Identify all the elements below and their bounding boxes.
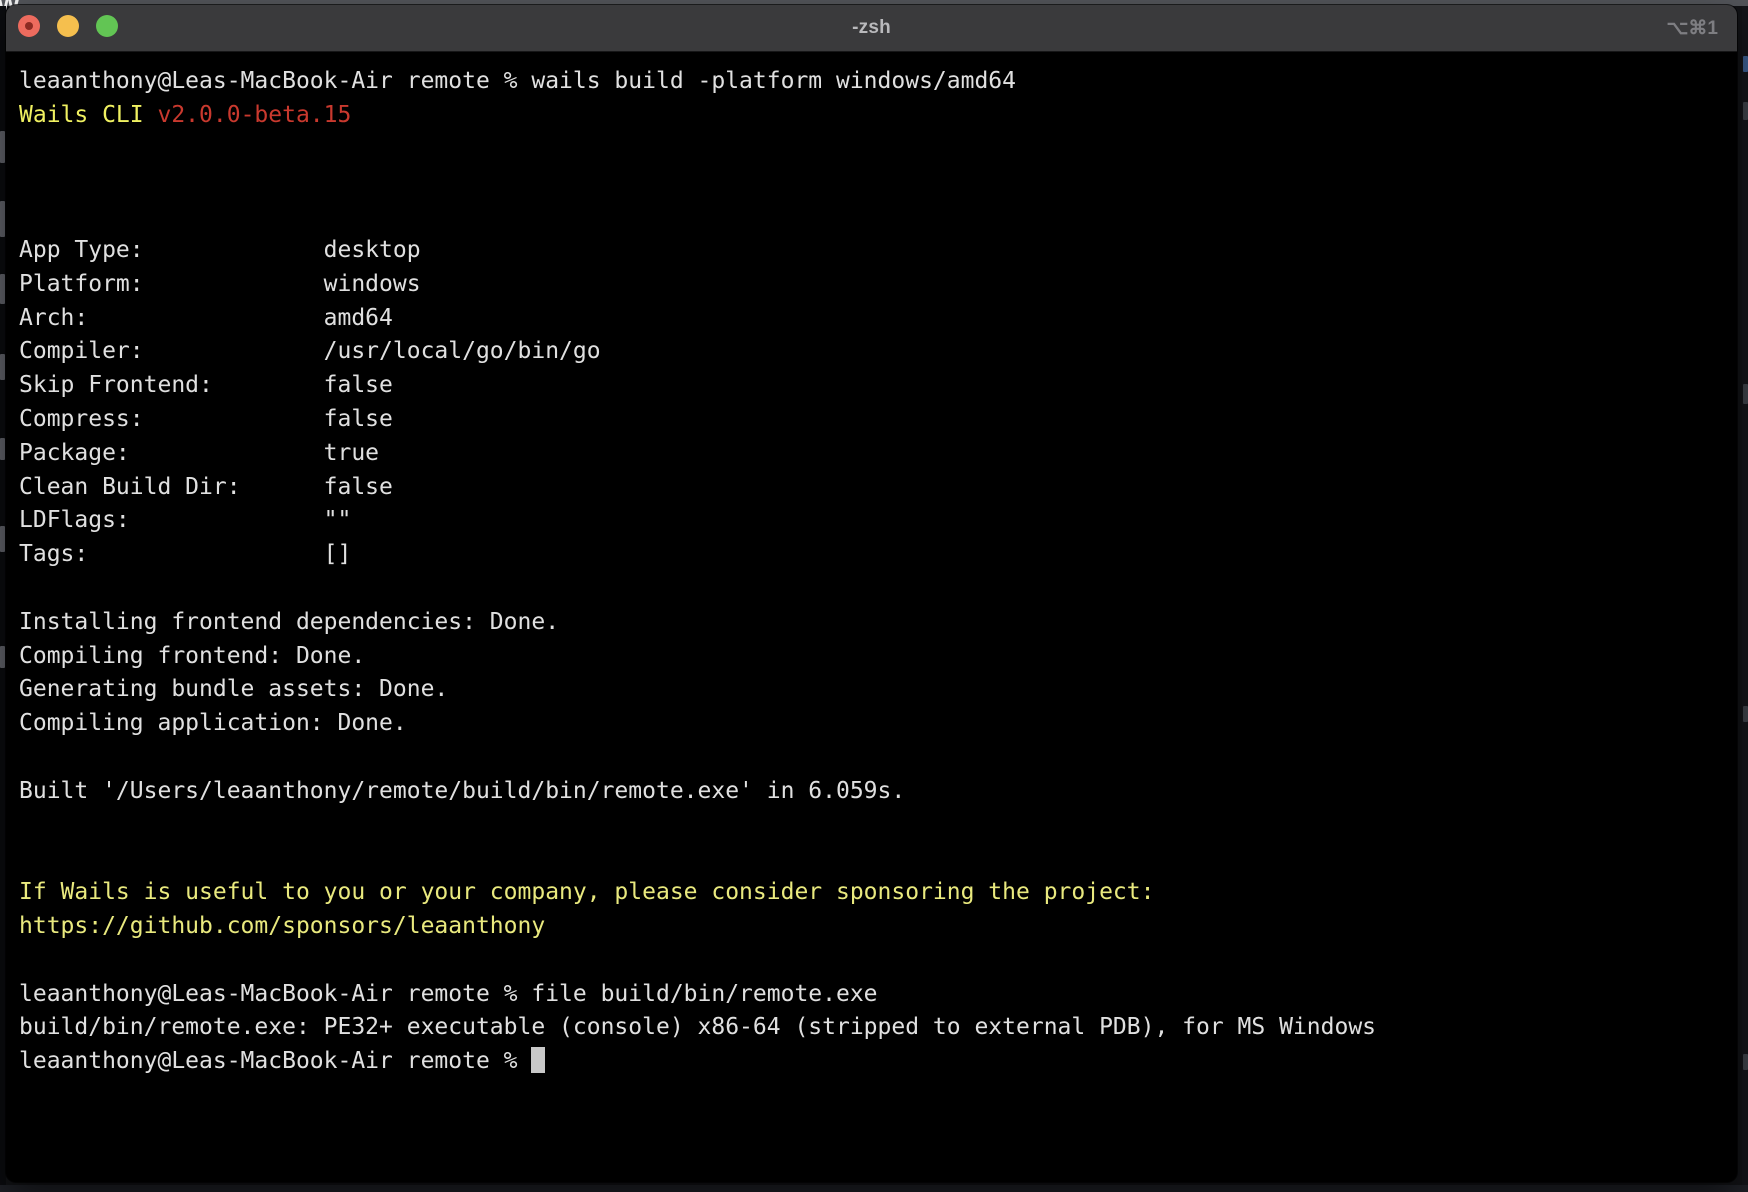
terminal-text-segment: Arch: amd64 bbox=[19, 305, 393, 331]
terminal-line: If Wails is useful to you or your compan… bbox=[19, 876, 1737, 910]
terminal-line: https://github.com/sponsors/leaanthony bbox=[19, 910, 1737, 944]
terminal-cursor bbox=[531, 1047, 545, 1073]
terminal-text-segment: Compress: false bbox=[19, 406, 393, 432]
terminal-line bbox=[19, 166, 1737, 200]
terminal-line: Installing frontend dependencies: Done. bbox=[19, 606, 1737, 640]
terminal-text-segment: https://github.com/sponsors/leaanthony bbox=[19, 913, 545, 939]
terminal-text-segment: Built '/Users/leaanthony/remote/build/bi… bbox=[19, 778, 905, 804]
terminal-line bbox=[19, 809, 1737, 843]
terminal-line: Compiler: /usr/local/go/bin/go bbox=[19, 335, 1737, 369]
terminal-window: -zsh ⌥⌘1 leaanthony@Leas-MacBook-Air rem… bbox=[6, 5, 1737, 1182]
terminal-line: leaanthony@Leas-MacBook-Air remote % fil… bbox=[19, 978, 1737, 1012]
terminal-line: Compiling frontend: Done. bbox=[19, 640, 1737, 674]
terminal-line: Tags: [] bbox=[19, 538, 1737, 572]
traffic-lights bbox=[18, 15, 118, 37]
close-button[interactable] bbox=[18, 15, 40, 37]
terminal-line bbox=[19, 200, 1737, 234]
terminal-line bbox=[19, 572, 1737, 606]
terminal-text-segment: Package: true bbox=[19, 440, 379, 466]
terminal-line: leaanthony@Leas-MacBook-Air remote % wai… bbox=[19, 65, 1737, 99]
terminal-line: App Type: desktop bbox=[19, 234, 1737, 268]
terminal-line: leaanthony@Leas-MacBook-Air remote % bbox=[19, 1045, 1737, 1079]
terminal-text-segment: leaanthony@Leas-MacBook-Air remote % wai… bbox=[19, 68, 1016, 94]
titlebar[interactable]: -zsh ⌥⌘1 bbox=[6, 5, 1737, 52]
terminal-line bbox=[19, 944, 1737, 978]
terminal-line: Generating bundle assets: Done. bbox=[19, 673, 1737, 707]
terminal-line: Compress: false bbox=[19, 403, 1737, 437]
terminal-line: Platform: windows bbox=[19, 268, 1737, 302]
terminal-line: Skip Frontend: false bbox=[19, 369, 1737, 403]
terminal-text-segment: leaanthony@Leas-MacBook-Air remote % bbox=[19, 1048, 531, 1074]
terminal-output[interactable]: leaanthony@Leas-MacBook-Air remote % wai… bbox=[6, 52, 1737, 1079]
terminal-text-segment: build/bin/remote.exe: PE32+ executable (… bbox=[19, 1014, 1376, 1040]
terminal-text-segment: Wails CLI bbox=[19, 102, 157, 128]
terminal-line bbox=[19, 842, 1737, 876]
terminal-line: Clean Build Dir: false bbox=[19, 471, 1737, 505]
terminal-text-segment: Clean Build Dir: false bbox=[19, 474, 393, 500]
terminal-text-segment: Compiler: /usr/local/go/bin/go bbox=[19, 338, 601, 364]
window-title: -zsh bbox=[852, 17, 891, 39]
terminal-text-segment: Installing frontend dependencies: Done. bbox=[19, 609, 559, 635]
tab-shortcut-label: ⌥⌘1 bbox=[1667, 17, 1718, 40]
terminal-text-segment: Platform: windows bbox=[19, 271, 421, 297]
terminal-line: Arch: amd64 bbox=[19, 302, 1737, 336]
close-modified-dot-icon bbox=[25, 22, 33, 30]
terminal-text-segment: Compiling frontend: Done. bbox=[19, 643, 365, 669]
background-window-bottom-edge bbox=[0, 1185, 1748, 1192]
terminal-line: build/bin/remote.exe: PE32+ executable (… bbox=[19, 1011, 1737, 1045]
background-window-right-edge bbox=[1742, 6, 1748, 1186]
terminal-text-segment: leaanthony@Leas-MacBook-Air remote % fil… bbox=[19, 981, 878, 1007]
terminal-text-segment: App Type: desktop bbox=[19, 237, 421, 263]
terminal-text-segment: Tags: [] bbox=[19, 541, 351, 567]
terminal-text-segment: LDFlags: "" bbox=[19, 507, 351, 533]
terminal-line: Package: true bbox=[19, 437, 1737, 471]
terminal-text-segment: v2.0.0-beta.15 bbox=[157, 102, 351, 128]
terminal-line: Wails CLI v2.0.0-beta.15 bbox=[19, 99, 1737, 133]
terminal-text-segment: Skip Frontend: false bbox=[19, 372, 393, 398]
terminal-text-segment: If Wails is useful to you or your compan… bbox=[19, 879, 1154, 905]
terminal-line bbox=[19, 133, 1737, 167]
minimize-button[interactable] bbox=[57, 15, 79, 37]
terminal-line: Compiling application: Done. bbox=[19, 707, 1737, 741]
zoom-button[interactable] bbox=[96, 15, 118, 37]
terminal-line bbox=[19, 741, 1737, 775]
terminal-text-segment: Generating bundle assets: Done. bbox=[19, 676, 448, 702]
terminal-line: LDFlags: "" bbox=[19, 504, 1737, 538]
terminal-line: Built '/Users/leaanthony/remote/build/bi… bbox=[19, 775, 1737, 809]
terminal-text-segment: Compiling application: Done. bbox=[19, 710, 407, 736]
